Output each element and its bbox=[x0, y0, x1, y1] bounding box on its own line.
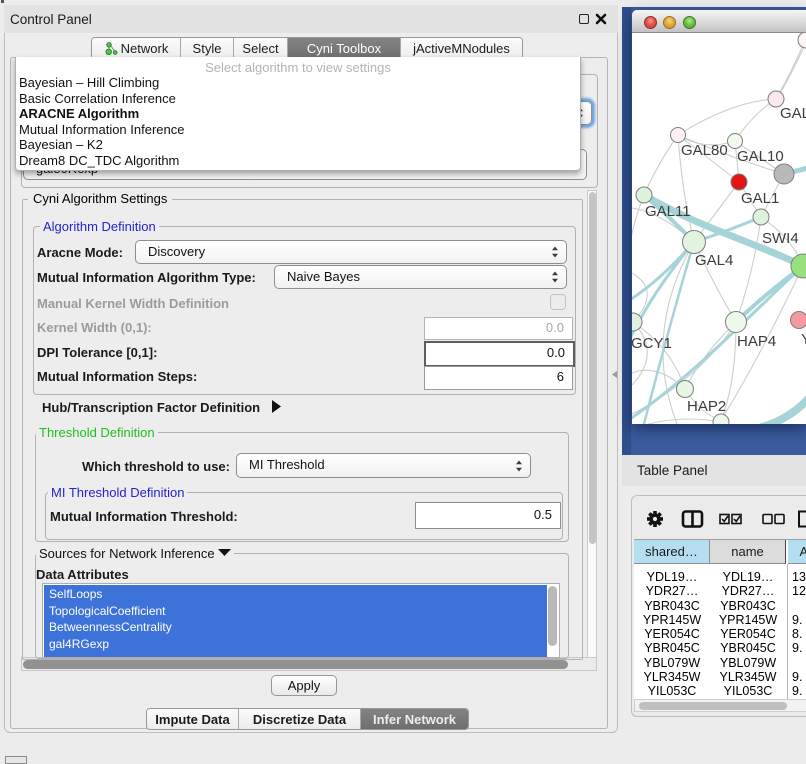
svg-text:GAL10: GAL10 bbox=[737, 148, 784, 165]
svg-text:SWI4: SWI4 bbox=[762, 230, 799, 247]
svg-text:GAL11: GAL11 bbox=[645, 203, 691, 220]
svg-text:HAP4: HAP4 bbox=[737, 333, 776, 350]
svg-text:GAL4: GAL4 bbox=[695, 252, 733, 269]
svg-text:HAP2: HAP2 bbox=[687, 398, 726, 415]
svg-text:GAL1: GAL1 bbox=[741, 190, 779, 207]
svg-text:GAL80: GAL80 bbox=[681, 142, 728, 159]
svg-text:GAL: GAL bbox=[780, 105, 806, 122]
svg-text:GCY1: GCY1 bbox=[632, 335, 672, 352]
svg-text:Y: Y bbox=[801, 331, 806, 348]
